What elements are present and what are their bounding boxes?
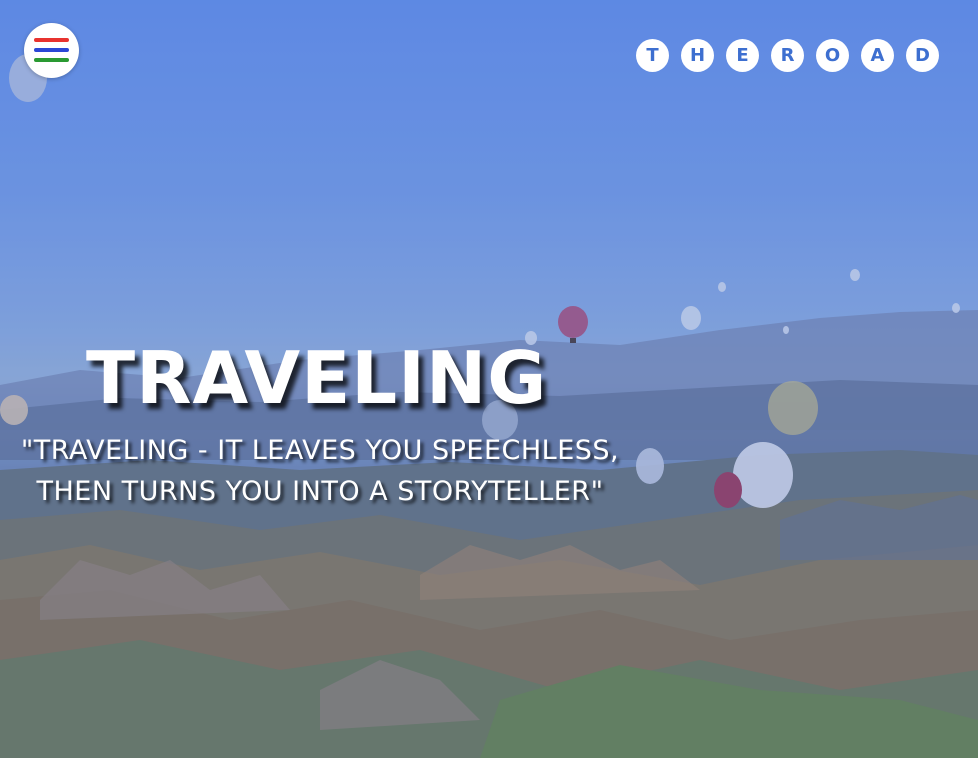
hero-quote: "TRAVELING - IT LEAVES YOU SPEECHLESS, T… <box>0 430 640 512</box>
brand-letter: H <box>681 39 714 72</box>
brand-letter: D <box>906 39 939 72</box>
brand-letter: A <box>861 39 894 72</box>
menu-button[interactable] <box>24 23 79 78</box>
brand-letter: T <box>636 39 669 72</box>
brand-letter: R <box>771 39 804 72</box>
brand-letter: O <box>816 39 849 72</box>
hero-title: TRAVELING <box>86 336 548 420</box>
brand-letter: E <box>726 39 759 72</box>
hero-quote-line-2: THEN TURNS YOU INTO A STORYTELLER" <box>36 476 604 507</box>
brand-logo[interactable]: T H E R O A D <box>636 39 939 72</box>
hero-quote-line-1: "TRAVELING - IT LEAVES YOU SPEECHLESS, <box>20 435 620 466</box>
